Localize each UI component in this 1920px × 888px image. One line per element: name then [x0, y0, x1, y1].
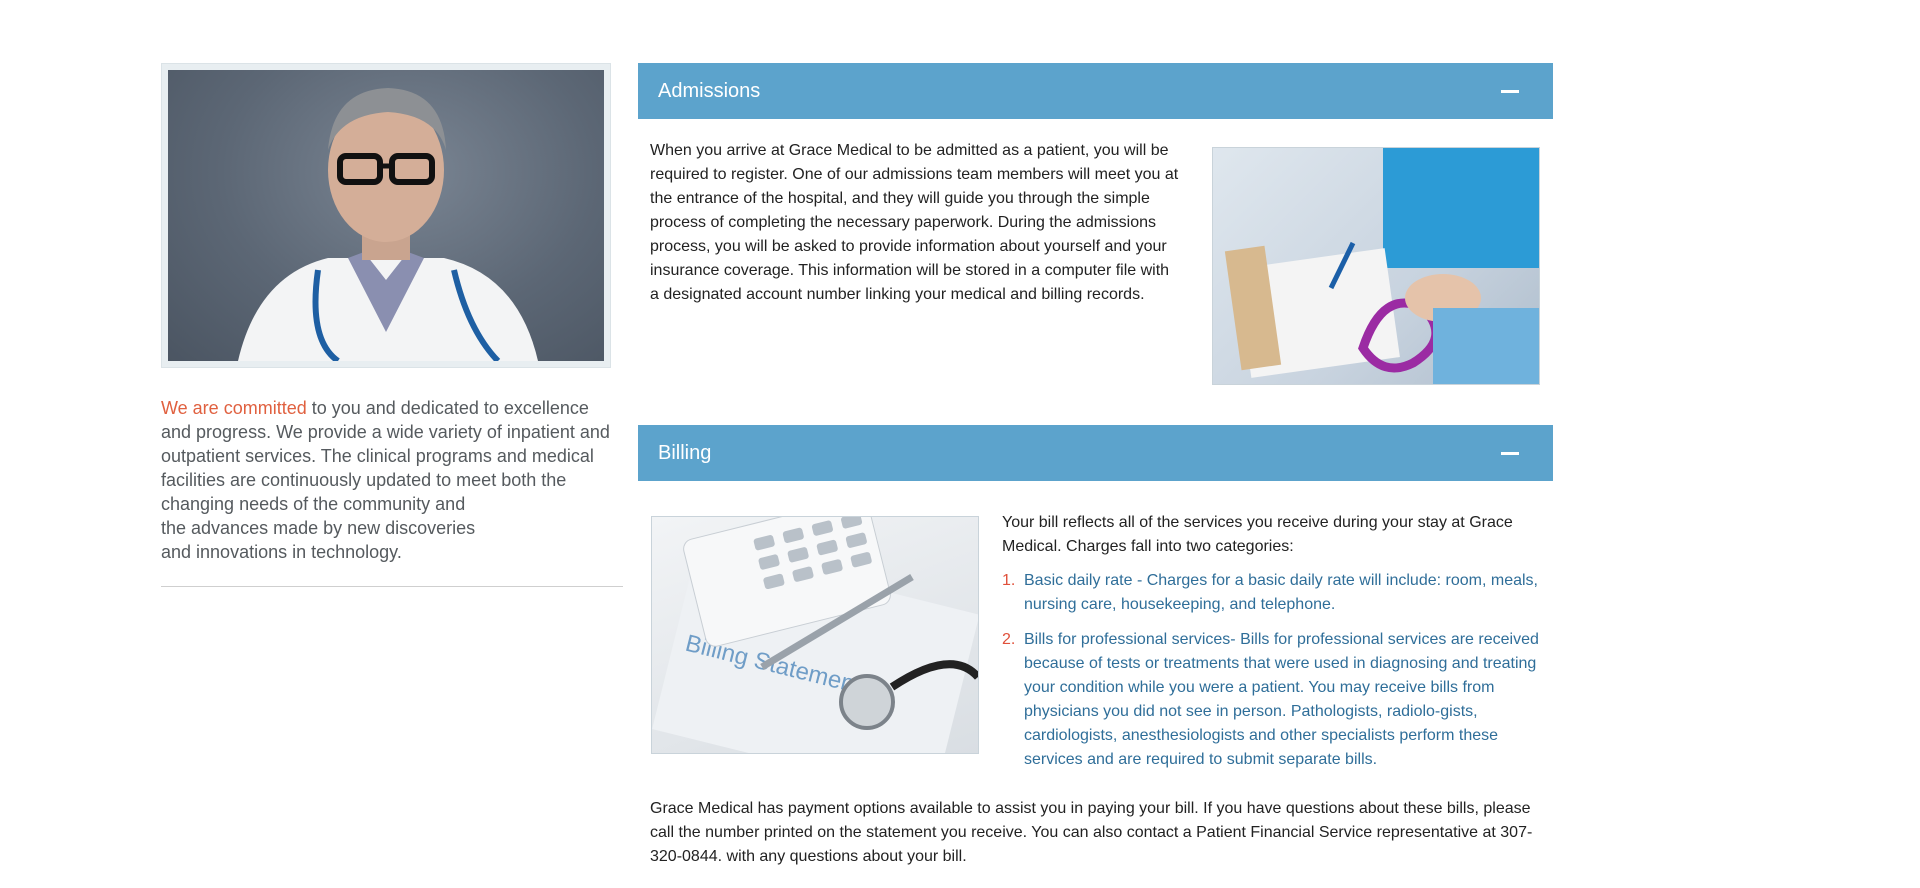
admissions-panel-body: When you arrive at Grace Medical to be a…: [638, 119, 1553, 425]
admissions-title: Admissions: [658, 79, 761, 102]
doctor-photo: [168, 70, 604, 361]
accordion: Admissions When you arrive at Grace Medi…: [638, 63, 1553, 865]
billing-categories-list: 1. Basic daily rate - Charges for a basi…: [1002, 569, 1547, 772]
billing-text: Your bill reflects all of the services y…: [1002, 511, 1547, 783]
admissions-panel-header[interactable]: Admissions: [638, 63, 1553, 119]
intro-text: We are committed to you and dedicated to…: [161, 396, 623, 564]
list-number: 1.: [1002, 572, 1016, 589]
list-item: 1. Basic daily rate - Charges for a basi…: [1002, 569, 1547, 617]
billing-intro: Your bill reflects all of the services y…: [1002, 514, 1513, 555]
list-number: 2.: [1002, 631, 1016, 648]
doctor-photo-frame: [161, 63, 611, 368]
billing-footer-text: Grace Medical has payment options availa…: [650, 800, 1533, 865]
billing-title: Billing: [658, 441, 712, 464]
list-item-text: Basic daily rate - Charges for a basic d…: [1024, 572, 1538, 613]
admissions-image: [1212, 147, 1540, 385]
billing-image: Billing Statement: [651, 516, 979, 754]
collapse-icon[interactable]: [1501, 451, 1519, 455]
sidebar-divider: [161, 586, 623, 587]
list-item: 2. Bills for professional services- Bill…: [1002, 628, 1547, 772]
billing-panel-header[interactable]: Billing: [638, 425, 1553, 481]
intro-accent: We are committed: [161, 398, 307, 418]
intro-line-3: and innovations in technology.: [161, 542, 402, 562]
admissions-text: When you arrive at Grace Medical to be a…: [650, 142, 1179, 303]
intro-line-2: the advances made by new discoveries: [161, 518, 476, 538]
sidebar: We are committed to you and dedicated to…: [161, 63, 623, 595]
list-item-text: Bills for professional services- Bills f…: [1024, 631, 1539, 768]
collapse-icon[interactable]: [1501, 89, 1519, 93]
